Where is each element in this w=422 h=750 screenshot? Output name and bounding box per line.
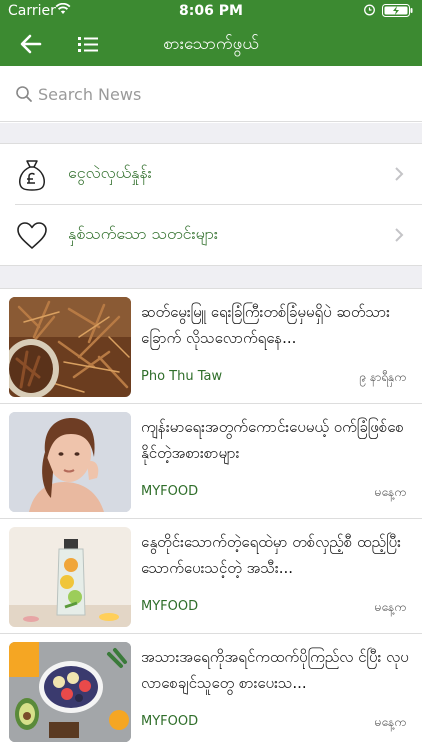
menu-item-exchange-rates[interactable]: ငွေလဲလှယ်နှုန်း — [0, 144, 422, 205]
news-time: မနေ့က — [374, 485, 406, 499]
news-thumbnail-fruit-water — [9, 527, 131, 627]
news-source: Pho Thu Taw — [141, 369, 223, 384]
news-item[interactable]: အသားအရေကိုအရင်ကထက်ပိုကြည်လ င်ပြီး လုပလာစ… — [0, 634, 422, 749]
news-time: ၉ နာရီနှက — [359, 370, 406, 384]
search-input[interactable] — [38, 80, 398, 108]
news-item[interactable]: ဆတ်မွေးမြူ ရေးခြံကြီးတစ်ခြံမှမရှိပဲ ဆတ်သ… — [0, 289, 422, 404]
news-title: ဆတ်မွေးမြူ ရေးခြံကြီးတစ်ခြံမှမရှိပဲ ဆတ်သ… — [141, 303, 390, 347]
app-header: Carrier 8:06 PM စားသောက်ဖွယ် — [0, 0, 422, 66]
heart-icon — [17, 222, 47, 249]
news-thumbnail-fruit-bowl — [9, 642, 131, 742]
news-time: မနေ့က — [374, 715, 406, 729]
section-spacer — [0, 123, 422, 143]
news-title: အသားအရေကိုအရင်ကထက်ပိုကြည်လ င်ပြီး လုပလာစ… — [141, 648, 409, 692]
news-list: ဆတ်မွေးမြူ ရေးခြံကြီးတစ်ခြံမှမရှိပဲ ဆတ်သ… — [0, 288, 422, 750]
menu-item-label: နှစ်သက်သော သတင်းများ — [68, 224, 218, 243]
alarm-icon — [364, 4, 375, 16]
news-item[interactable]: ကျန်းမာရေးအတွက်ကောင်းပေမယ့် ဝက်ခြံဖြစ်စေ… — [0, 404, 422, 519]
news-item[interactable]: နွေတိုင်းသောက်တဲ့ရေထဲမှာ တစ်လှည့်စီ ထည့်… — [0, 519, 422, 634]
nav-bar: စားသောက်ဖွယ် — [0, 22, 422, 66]
news-source: MYFOOD — [141, 484, 199, 499]
money-bag-icon — [19, 160, 45, 191]
news-thumbnail-dried-meat — [9, 297, 131, 397]
news-source: MYFOOD — [141, 714, 199, 729]
news-time: မနေ့က — [374, 600, 406, 614]
chevron-right-icon — [395, 228, 404, 242]
menu-list: ငွေလဲလှယ်နှုန်း နှစ်သက်သော သတင်းများ — [0, 143, 422, 266]
page-title: စားသောက်ဖွယ် — [163, 34, 259, 54]
news-title: နွေတိုင်းသောက်တဲ့ရေထဲမှာ တစ်လှည့်စီ ထည့်… — [141, 533, 401, 577]
news-source: MYFOOD — [141, 599, 199, 614]
battery-icon — [382, 4, 413, 17]
news-title: ကျန်းမာရေးအတွက်ကောင်းပေမယ့် ဝက်ခြံဖြစ်စေ… — [141, 418, 404, 462]
chevron-right-icon — [395, 167, 404, 181]
search-bar — [0, 66, 422, 122]
search-icon — [16, 86, 32, 102]
menu-item-favorites[interactable]: နှစ်သက်သော သတင်းများ — [0, 205, 422, 266]
news-thumbnail-woman-skin — [9, 412, 131, 512]
status-time: 8:06 PM — [179, 3, 243, 19]
menu-item-label: ငွေလဲလှယ်နှုန်း — [68, 163, 152, 182]
section-spacer — [0, 266, 422, 288]
status-bar: Carrier 8:06 PM — [0, 0, 422, 22]
